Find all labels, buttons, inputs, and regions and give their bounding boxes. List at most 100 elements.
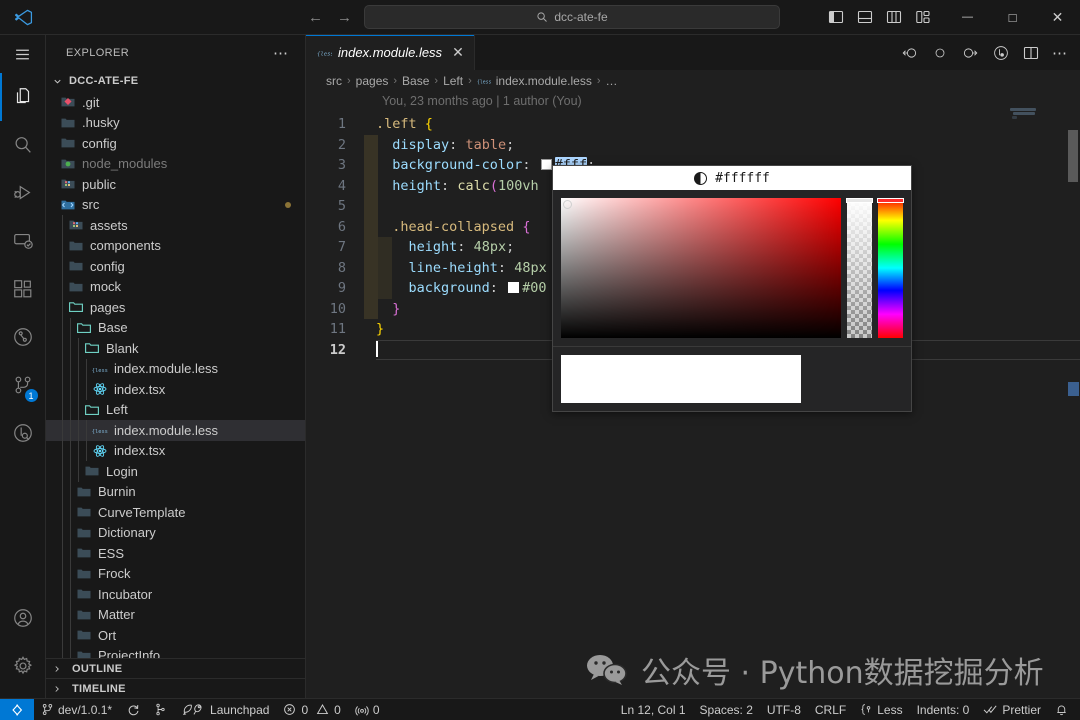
split-editor-icon[interactable] [1023, 45, 1039, 61]
hamburger-menu-icon[interactable] [0, 35, 46, 73]
activity-bar-item-test-explorer[interactable] [0, 313, 46, 361]
close-icon[interactable]: ✕ [452, 44, 464, 61]
tree-item-index-tsx[interactable]: index.tsx [46, 440, 305, 461]
tree-item-incubator[interactable]: Incubator [46, 584, 305, 605]
layout-customize-icon[interactable] [915, 9, 931, 25]
activity-bar-item-gitlens[interactable] [0, 409, 46, 457]
status-indents[interactable]: Indents: 0 [910, 699, 977, 720]
status-encoding[interactable]: UTF-8 [760, 699, 808, 720]
inline-color-swatch[interactable] [508, 282, 520, 293]
status-git-branch[interactable]: dev/1.0.1* [34, 699, 119, 720]
breadcrumb-item-1[interactable]: pages [356, 74, 389, 88]
tree-item-mock[interactable]: mock [46, 276, 305, 297]
code-line[interactable]: 2 display: table; [306, 134, 1080, 155]
circle-icon[interactable] [932, 45, 948, 61]
code-line[interactable]: 1 .left { [306, 114, 1080, 135]
alpha-slider[interactable] [845, 198, 873, 338]
tree-item-src[interactable]: src [46, 195, 305, 216]
tree-item-dictionary[interactable]: Dictionary [46, 522, 305, 543]
breadcrumb-item-0[interactable]: src [326, 74, 342, 88]
tree-item-config[interactable]: config [46, 133, 305, 154]
tree-item-config[interactable]: config [46, 256, 305, 277]
tree-item-index-module-less[interactable]: {less} index.module.less [46, 420, 305, 441]
status-eol[interactable]: CRLF [808, 699, 853, 720]
gear-icon[interactable] [0, 642, 46, 690]
contrast-icon [694, 171, 708, 185]
tree-item-left[interactable]: Left [46, 399, 305, 420]
minimize-button[interactable]: — [945, 0, 990, 35]
tree-item-index-tsx[interactable]: index.tsx [46, 379, 305, 400]
run-circle-icon[interactable] [992, 44, 1010, 62]
status-sync-changes[interactable] [119, 699, 147, 720]
tree-item--husky[interactable]: .husky [46, 113, 305, 134]
status-indentation[interactable]: Spaces: 2 [693, 699, 760, 720]
tree-item-base[interactable]: Base [46, 317, 305, 338]
tree-item-public[interactable]: public [46, 174, 305, 195]
alpha-knob[interactable] [845, 198, 873, 203]
arrow-left-icon[interactable]: ← [308, 10, 323, 25]
breadcrumb-item-3[interactable]: Left [443, 74, 463, 88]
status-editor-position[interactable]: Ln 12, Col 1 [614, 699, 693, 720]
close-button[interactable]: ✕ [1035, 0, 1080, 35]
timeline-section-header[interactable]: TIMELINE [46, 678, 305, 698]
breadcrumb[interactable]: src › pages › Base › Left › {less} index… [306, 70, 1080, 92]
activity-bar-item-run-and-debug[interactable] [0, 169, 46, 217]
status-notifications[interactable] [1048, 699, 1080, 720]
activity-bar-item-search[interactable] [0, 121, 46, 169]
tree-item-ort[interactable]: Ort [46, 625, 305, 646]
tree-item-matter[interactable]: Matter [46, 604, 305, 625]
color-picker-widget[interactable]: #ffffff [552, 165, 912, 412]
explorer-root-folder[interactable]: DCC-ATE-FE [46, 70, 305, 92]
tab-index-module-less[interactable]: {less} index.module.less ✕ [306, 35, 475, 70]
tree-item-blank[interactable]: Blank [46, 338, 305, 359]
activity-bar-item-accounts[interactable] [0, 594, 46, 642]
layout-panel-icon[interactable] [857, 9, 873, 25]
status-ports[interactable]: 0 [348, 699, 387, 720]
tree-item--git[interactable]: .git [46, 92, 305, 113]
breadcrumb-item-2[interactable]: Base [402, 74, 429, 88]
inline-color-swatch[interactable] [540, 159, 552, 170]
sidebar-more-actions-icon[interactable]: ⋯ [273, 44, 297, 62]
tree-item-pages[interactable]: pages [46, 297, 305, 318]
maximize-button[interactable]: □ [990, 0, 1035, 35]
status-language-mode[interactable]: Less [853, 699, 909, 720]
activity-bar-item-source-control[interactable]: 1 [0, 361, 46, 409]
status-git-graph[interactable] [147, 699, 174, 720]
tree-item-login[interactable]: Login [46, 461, 305, 482]
remote-window-indicator[interactable] [0, 698, 34, 720]
arrow-circle-right-icon[interactable] [961, 44, 979, 62]
breadcrumb-item-4[interactable]: index.module.less [496, 74, 592, 88]
tree-item-ess[interactable]: ESS [46, 543, 305, 564]
status-launchpad[interactable]: Launchpad [174, 699, 276, 720]
file-tree[interactable]: .git .husky config node_modules public src ass… [46, 92, 305, 658]
editor-vertical-scrollbar[interactable] [1066, 92, 1080, 698]
status-problems[interactable]: 0 0 [276, 699, 347, 720]
arrow-right-icon[interactable]: → [337, 10, 352, 25]
color-picker-header[interactable]: #ffffff [553, 166, 911, 190]
layout-sidebar-right-icon[interactable] [886, 9, 902, 25]
ellipsis-icon[interactable]: ⋯ [1052, 44, 1068, 62]
tree-item-assets[interactable]: assets [46, 215, 305, 236]
activity-bar-item-explorer[interactable] [0, 73, 46, 121]
layout-sidebar-left-icon[interactable] [828, 9, 844, 25]
activity-bar-item-remote-explorer[interactable] [0, 217, 46, 265]
tree-item-projectinfo[interactable]: ProjectInfo [46, 645, 305, 658]
tree-item-curvetemplate[interactable]: CurveTemplate [46, 502, 305, 523]
tree-item-index-module-less[interactable]: {less} index.module.less [46, 358, 305, 379]
saturation-value-knob[interactable] [563, 200, 572, 209]
breadcrumb-item-5[interactable]: … [606, 74, 618, 88]
tree-item-label: Login [106, 463, 138, 479]
saturation-value-area[interactable] [561, 198, 841, 338]
hue-slider[interactable] [876, 198, 904, 338]
tree-item-components[interactable]: components [46, 235, 305, 256]
activity-bar-item-extensions[interactable] [0, 265, 46, 313]
minimap[interactable] [1002, 92, 1066, 698]
tree-item-node-modules[interactable]: node_modules [46, 154, 305, 175]
tree-item-frock[interactable]: Frock [46, 563, 305, 584]
status-prettier[interactable]: Prettier [976, 699, 1048, 720]
hue-knob[interactable] [876, 198, 904, 203]
arrow-circle-left-icon[interactable] [901, 44, 919, 62]
outline-section-header[interactable]: OUTLINE [46, 658, 305, 678]
tree-item-burnin[interactable]: Burnin [46, 481, 305, 502]
command-center[interactable]: dcc-ate-fe [364, 5, 780, 29]
